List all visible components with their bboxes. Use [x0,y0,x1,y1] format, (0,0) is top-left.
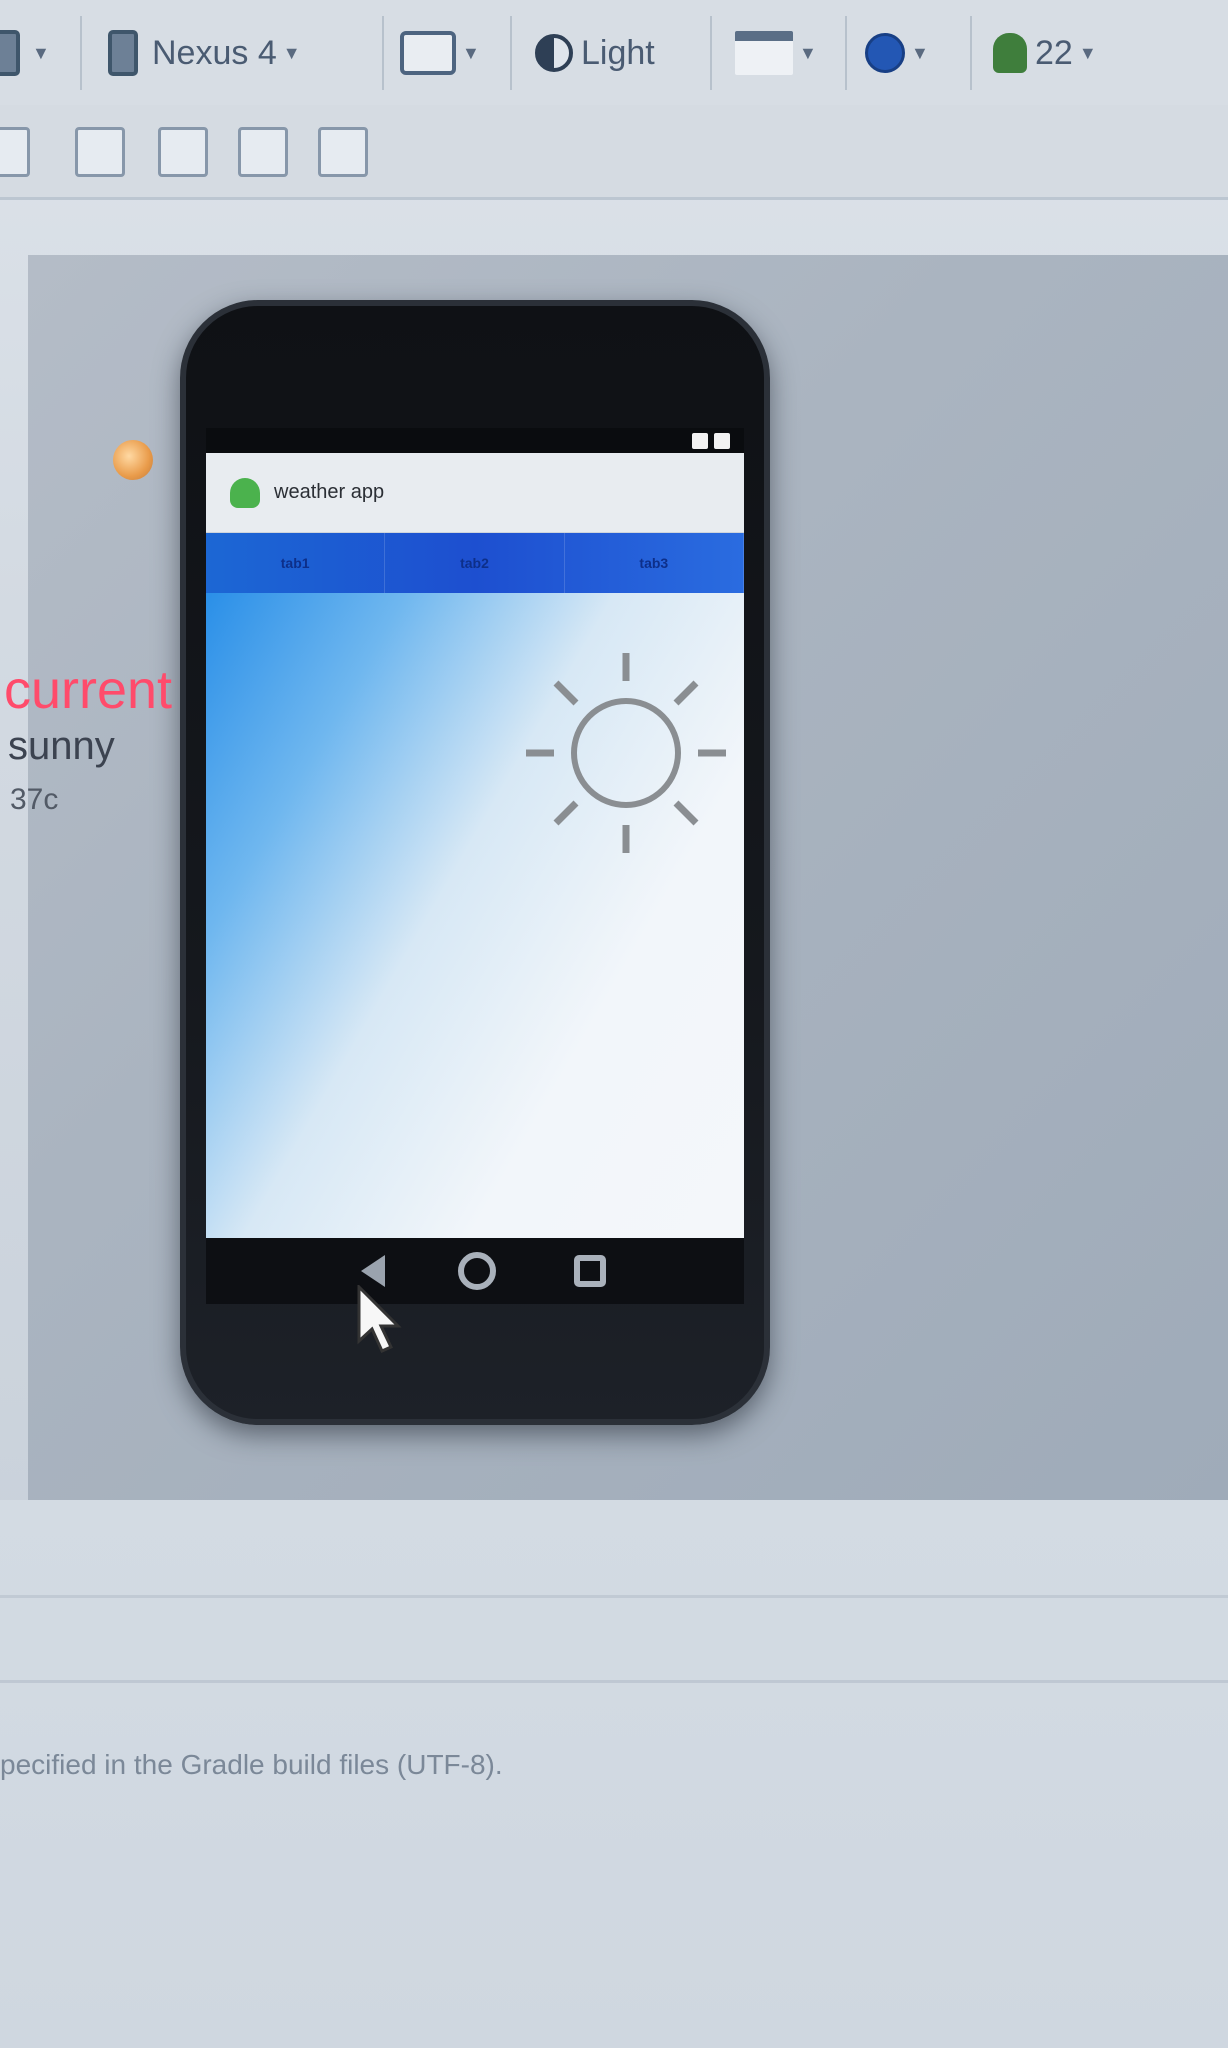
locale-selector[interactable]: ▼ [865,18,929,88]
current-label: current [4,660,173,720]
phone-icon [0,30,20,76]
toolbar-separator [382,16,384,90]
toolbar-separator [845,16,847,90]
condition-label: sunny [8,724,115,768]
battery-icon [714,432,730,449]
chart-icon[interactable] [75,127,125,177]
sun-icon [526,653,726,853]
person-icon[interactable] [318,127,368,177]
panel-divider [0,1595,1228,1598]
mouse-cursor-icon [357,1285,402,1353]
device-nav-bar [206,1238,744,1304]
theme-label: Light [581,33,655,72]
device-selector[interactable]: Nexus 4 ▼ [108,18,301,88]
toolbar-separator [80,16,82,90]
tab-3[interactable]: tab3 [565,533,744,593]
lint-warning-icon[interactable] [113,440,153,480]
device-screen: weather app tab1 tab2 tab3 [206,428,744,1238]
chevron-down-icon: ▼ [911,42,929,63]
globe-icon [865,33,905,73]
chevron-down-icon: ▼ [282,42,301,63]
activity-icon [735,31,793,75]
app-action-bar: weather app [206,453,744,533]
phone-icon [108,30,138,76]
recent-apps-icon[interactable] [574,1255,606,1287]
toolbar-separator [710,16,712,90]
tab-1[interactable]: tab1 [206,533,386,593]
image-icon[interactable] [238,127,288,177]
toolbar-separator [970,16,972,90]
wifi-icon [692,432,708,449]
android-icon [230,477,260,508]
tab-bar: tab1 tab2 tab3 [206,533,744,593]
tab-2[interactable]: tab2 [385,533,565,593]
warning-icon[interactable] [158,127,208,177]
chevron-down-icon: ▼ [1078,42,1097,63]
android-icon [993,33,1027,73]
device-label: Nexus 4 [152,33,277,72]
chevron-down-icon: ▼ [462,42,480,63]
activity-selector[interactable]: ▼ [735,18,817,88]
ide-window: ▼ Nexus 4 ▼ ▼ Light ▼ ▼ 22 ▼ weather app… [0,0,1228,2048]
chevron-down-icon: ▼ [32,42,50,63]
api-level-selector[interactable]: 22 ▼ [993,18,1097,88]
app-title: weather app [274,481,385,503]
api-level-label: 22 [1035,33,1073,72]
device-status-bar [206,428,744,453]
chevron-down-icon: ▼ [799,42,817,63]
temperature-label: 37c [10,783,59,816]
theme-icon [535,34,573,72]
layout-editor-toolbar: ▼ Nexus 4 ▼ ▼ Light ▼ ▼ 22 ▼ [0,0,1228,105]
panel-divider [0,1680,1228,1683]
orientation-selector[interactable]: ▼ [400,18,480,88]
layout-icon[interactable] [0,127,30,177]
orientation-icon [400,31,456,75]
layout-actions-toolbar [0,105,1228,200]
home-icon[interactable] [458,1252,496,1290]
back-icon[interactable] [361,1255,385,1287]
toolbar-separator [510,16,512,90]
theme-selector[interactable]: Light [535,18,655,88]
previous-device-dropdown[interactable]: ▼ [0,18,50,88]
status-message: pecified in the Gradle build files (UTF-… [0,1749,503,1780]
